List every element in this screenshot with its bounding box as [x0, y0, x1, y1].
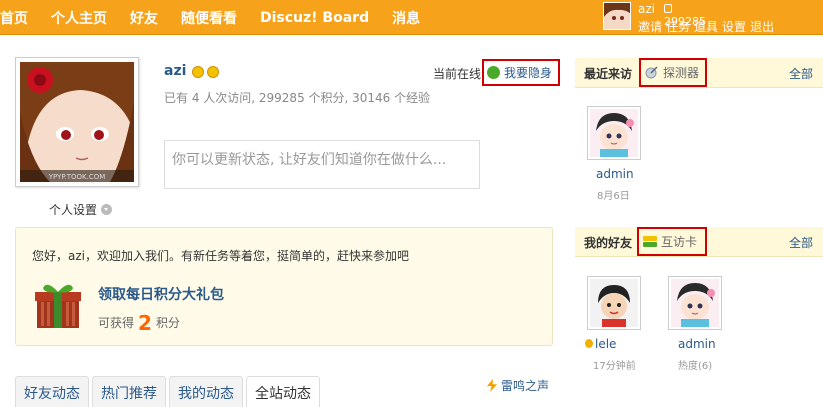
visitor-avatar[interactable]: [587, 106, 641, 160]
friend-name-text: lele: [595, 337, 617, 351]
friend-avatar[interactable]: [668, 276, 722, 330]
nav-profile[interactable]: 个人主页: [51, 8, 107, 28]
my-friends-title: 我的好友: [584, 236, 633, 250]
radar-icon: [645, 66, 659, 79]
feed-tabs: 好友动态 热门推荐 我的动态 全站动态: [15, 376, 323, 407]
profile-avatar-image: YPYP.TOOK.COM: [20, 62, 134, 182]
user-links: 邀请 任务 道具 设置 退出: [638, 18, 778, 35]
lightning-icon: [487, 379, 497, 392]
chevron-down-icon: [101, 204, 113, 215]
status-placeholder: 你可以更新状态, 让好友们知道你在做什么...: [172, 152, 447, 168]
online-status: 当前在线: [433, 67, 482, 81]
friend-name[interactable]: lele: [585, 337, 616, 351]
recent-visitors-title: 最近来访: [584, 67, 633, 81]
daily-gift-link[interactable]: 领取每日积分大礼包: [98, 284, 224, 304]
gift-prefix: 可获得: [98, 316, 135, 330]
welcome-panel: 您好，azi，欢迎加入我们。有新任务等着您，挺简单的，赶快来参加吧 领取每日积分…: [15, 227, 553, 346]
go-invisible-button[interactable]: 我要隐身: [482, 59, 560, 86]
tasks-link[interactable]: 任务: [666, 20, 690, 34]
gift-amount: 2: [138, 311, 152, 335]
nav-home[interactable]: 首页: [0, 8, 28, 28]
coin-icon: [664, 4, 672, 13]
profile-stats: 已有 4 人次访问, 299285 个积分, 30146 个经验: [164, 91, 431, 105]
invite-link[interactable]: 邀请: [638, 20, 662, 34]
welcome-text: 您好，azi，欢迎加入我们。有新任务等着您，挺简单的，赶快来参加吧: [32, 249, 409, 263]
gift-box-icon[interactable]: [33, 280, 83, 330]
top-navigation-bar: 首页 个人主页 好友 随便看看 Discuz! Board 消息 azi 299…: [0, 0, 823, 35]
avatar-watermark: YPYP.TOOK.COM: [48, 173, 106, 181]
go-invisible-label: 我要隐身: [504, 66, 553, 80]
gift-suffix: 积分: [155, 316, 180, 330]
user-avatar[interactable]: [603, 2, 631, 30]
items-link[interactable]: 道具: [694, 20, 718, 34]
profile-avatar[interactable]: YPYP.TOOK.COM: [15, 57, 139, 187]
nav-explore[interactable]: 随便看看: [181, 8, 237, 28]
nav-friends[interactable]: 好友: [130, 8, 158, 28]
personal-settings[interactable]: 个人设置: [49, 201, 113, 218]
bulb-icon: [585, 339, 593, 348]
friend-last-seen: 17分钟前: [593, 361, 636, 372]
gift-reward: 可获得 2 积分: [98, 311, 180, 335]
friend-avatar[interactable]: [587, 276, 641, 330]
nav-messages[interactable]: 消息: [392, 8, 420, 28]
logout-link[interactable]: 退出: [750, 20, 774, 34]
recent-visitors-all-link[interactable]: 全部: [789, 65, 813, 82]
clover-icon: [487, 66, 500, 79]
tab-site-feed[interactable]: 全站动态: [246, 376, 320, 407]
nav-board[interactable]: Discuz! Board: [260, 10, 369, 26]
tab-friends-feed[interactable]: 好友动态: [15, 376, 89, 407]
detector-label: 探测器: [663, 66, 700, 80]
medal-icon: [207, 66, 219, 78]
detector-button[interactable]: 探测器: [639, 58, 707, 87]
user-name[interactable]: azi: [638, 2, 655, 16]
thunder-link[interactable]: 雷鸣之声: [487, 377, 549, 394]
friend-heat: 热度(6): [678, 361, 713, 372]
personal-settings-label: 个人设置: [49, 203, 98, 217]
profile-name[interactable]: azi: [164, 63, 186, 79]
thunder-label: 雷鸣之声: [501, 379, 550, 393]
visit-card-icon: [643, 235, 657, 248]
medal-icon: [192, 66, 204, 78]
tab-my-feed[interactable]: 我的动态: [169, 376, 243, 407]
tab-hot[interactable]: 热门推荐: [92, 376, 166, 407]
friend-name[interactable]: admin: [678, 337, 716, 351]
visitor-time: 8月6日: [597, 191, 630, 202]
status-input[interactable]: 你可以更新状态, 让好友们知道你在做什么...: [164, 140, 480, 189]
visit-card-label: 互访卡: [661, 235, 698, 249]
visitor-name[interactable]: admin: [596, 167, 634, 181]
main-nav: 首页 个人主页 好友 随便看看 Discuz! Board 消息: [0, 0, 443, 35]
my-friends-all-link[interactable]: 全部: [789, 234, 813, 251]
settings-link[interactable]: 设置: [722, 20, 746, 34]
visit-card-button[interactable]: 互访卡: [637, 227, 707, 256]
